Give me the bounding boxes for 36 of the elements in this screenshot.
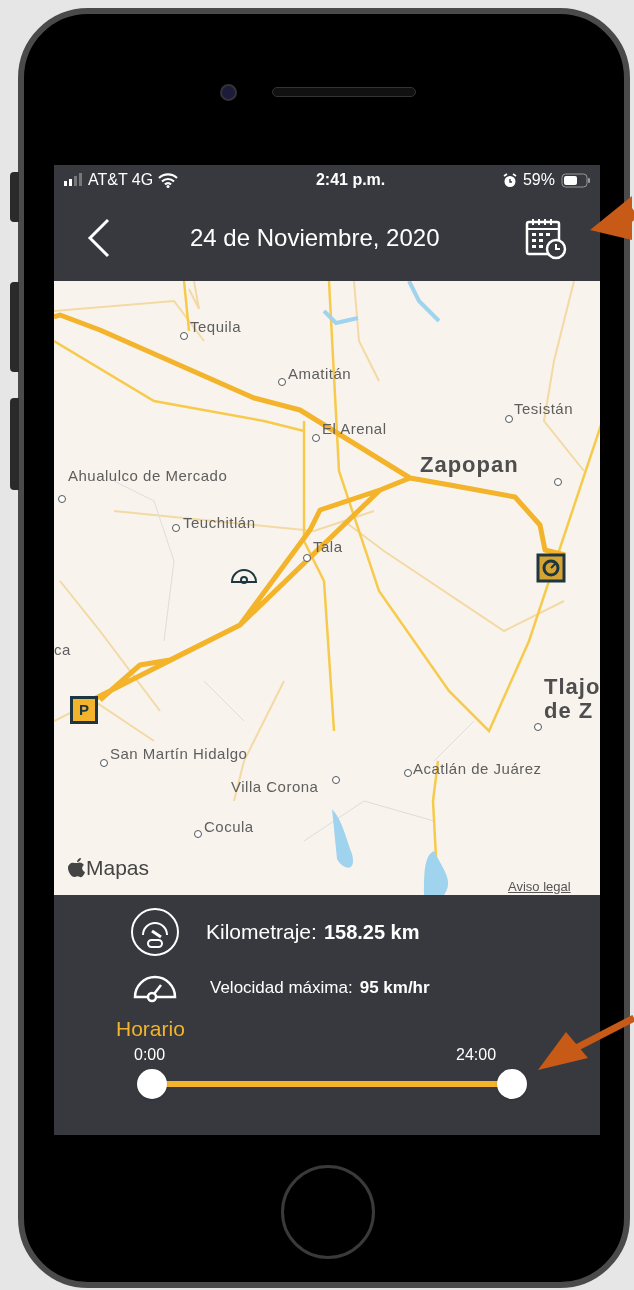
carrier-label: AT&T 4G [88,170,154,190]
start-time-label: 0:00 [134,1045,166,1065]
place-label: Cocula [204,818,254,835]
annotation-arrow [588,196,634,240]
legal-notice-link[interactable]: Aviso legal [508,877,571,895]
place-label: San Martín Hidalgo [110,745,248,762]
alarm-icon [502,172,517,188]
place-label: Ahualulco de Mercado [68,467,228,484]
place-label: Zapopan [420,453,520,477]
parking-marker: P [70,696,98,724]
stat-label: Kilometraje: [206,919,317,946]
battery-percentage: 59% [522,170,555,190]
apple-logo-icon [68,857,86,878]
place-label: Tlajo de Z [544,675,600,723]
speedometer-icon [132,973,178,1003]
speed-marker-icon [230,566,258,584]
odometer-icon [130,907,180,957]
stat-value: 95 km/hr [359,977,430,1000]
place-label: ca [54,641,71,658]
place-label: Tesistán [514,400,574,417]
stat-value: 158.25 km [323,920,420,945]
place-label: Villa Corona [231,778,319,795]
place-label: Teuchitlán [183,514,256,531]
battery-icon [561,172,591,188]
end-time-label: 24:00 [456,1045,497,1065]
wifi-icon [158,172,179,188]
signal-icon [63,173,83,187]
end-time-handle[interactable] [497,1069,527,1099]
stat-label: Velocidad máxima: [210,977,353,1000]
header-title: 24 de Noviembre, 2020 [190,223,440,253]
start-time-handle[interactable] [137,1069,167,1099]
endpoint-marker-icon [536,553,566,583]
place-label: Tequila [190,318,242,335]
schedule-label: Horario [116,1016,185,1042]
clock-time: 2:41 p.m. [315,170,386,190]
maps-attribution: Mapas [86,857,150,878]
